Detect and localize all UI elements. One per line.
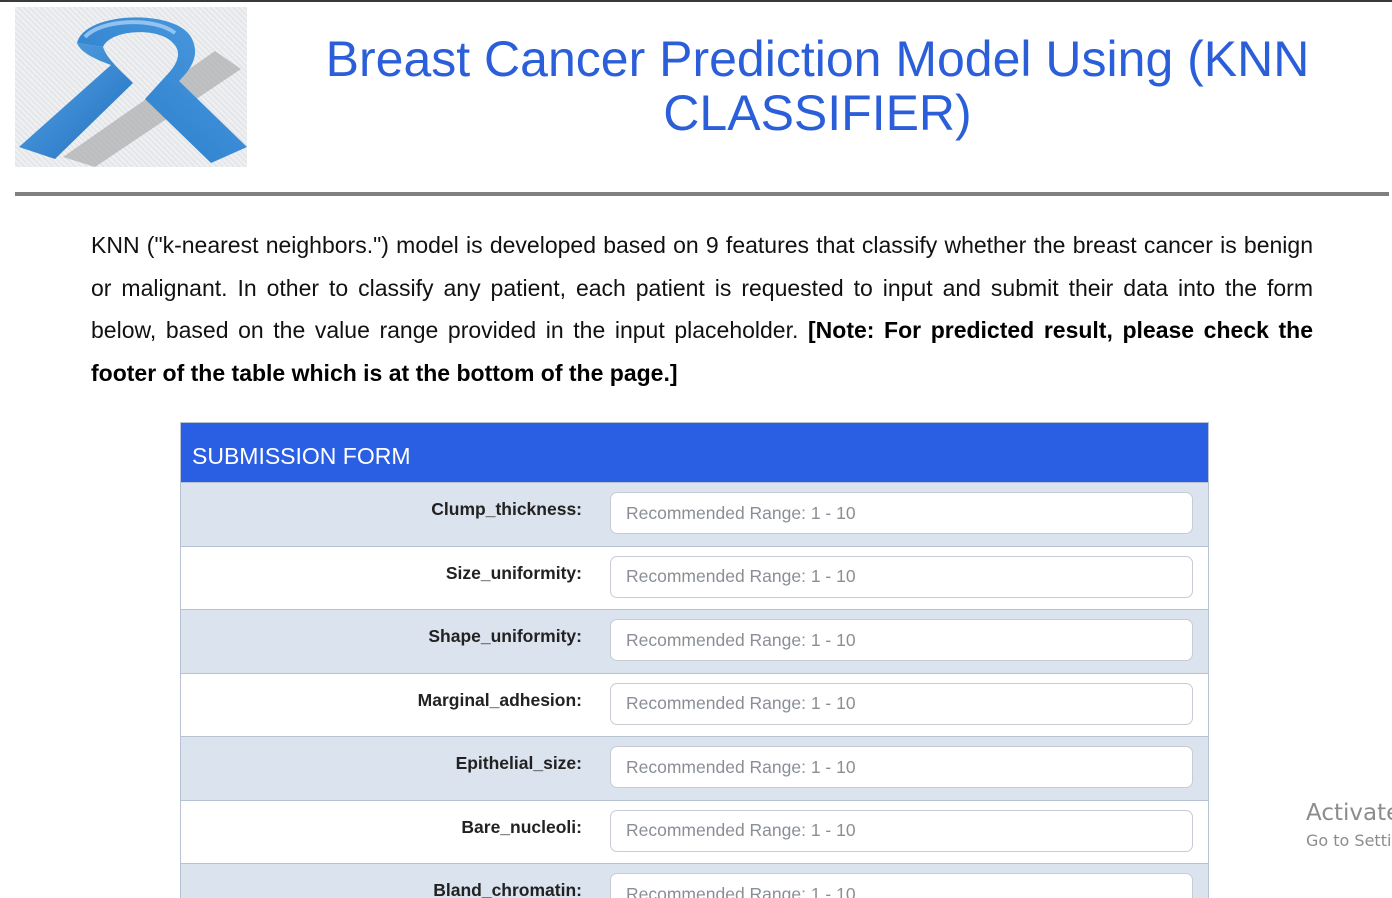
form-row-shape-uniformity: Shape_uniformity: [181, 609, 1208, 673]
bland-chromatin-label: Bland_chromatin: [433, 880, 582, 898]
watermark-title: Activate [1306, 800, 1392, 826]
page: Breast Cancer Prediction Model Using (KN… [0, 0, 1392, 898]
size-uniformity-input[interactable] [610, 555, 1193, 598]
intro-paragraph: KNN ("k-nearest neighbors.") model is de… [91, 224, 1313, 394]
epithelial-size-input[interactable] [610, 746, 1193, 788]
form-row-size-uniformity: Size_uniformity: [181, 545, 1208, 609]
logo [15, 7, 247, 167]
top-border [0, 0, 1392, 2]
form-row-epithelial-size: Epithelial_size: [181, 736, 1208, 800]
marginal-adhesion-input[interactable] [610, 682, 1193, 725]
shape-uniformity-input[interactable] [610, 619, 1193, 661]
bland-chromatin-input[interactable] [610, 873, 1193, 898]
clump-thickness-input[interactable] [610, 492, 1193, 534]
submission-form: SUBMISSION FORM Clump_thickness: Size_un… [180, 422, 1209, 898]
form-row-clump-thickness: Clump_thickness: [181, 482, 1208, 546]
page-title: Breast Cancer Prediction Model Using (KN… [325, 31, 1310, 141]
epithelial-size-label: Epithelial_size: [455, 753, 582, 773]
form-row-bare-nucleoli: Bare_nucleoli: [181, 799, 1208, 863]
awareness-ribbon-icon [19, 17, 247, 167]
size-uniformity-label: Size_uniformity: [445, 562, 582, 583]
bare-nucleoli-label: Bare_nucleoli: [461, 816, 582, 837]
activation-watermark: Activate Go to Setti [1306, 798, 1392, 854]
clump-thickness-label: Clump_thickness: [431, 499, 582, 519]
watermark-subtitle: Go to Setti [1306, 831, 1392, 850]
form-row-bland-chromatin: Bland_chromatin: [181, 863, 1208, 898]
form-heading: SUBMISSION FORM [181, 423, 1208, 482]
marginal-adhesion-label: Marginal_adhesion: [417, 689, 582, 710]
bare-nucleoli-input[interactable] [610, 809, 1193, 852]
form-row-marginal-adhesion: Marginal_adhesion: [181, 672, 1208, 736]
shape-uniformity-label: Shape_uniformity: [428, 626, 582, 646]
header-divider [15, 192, 1389, 196]
